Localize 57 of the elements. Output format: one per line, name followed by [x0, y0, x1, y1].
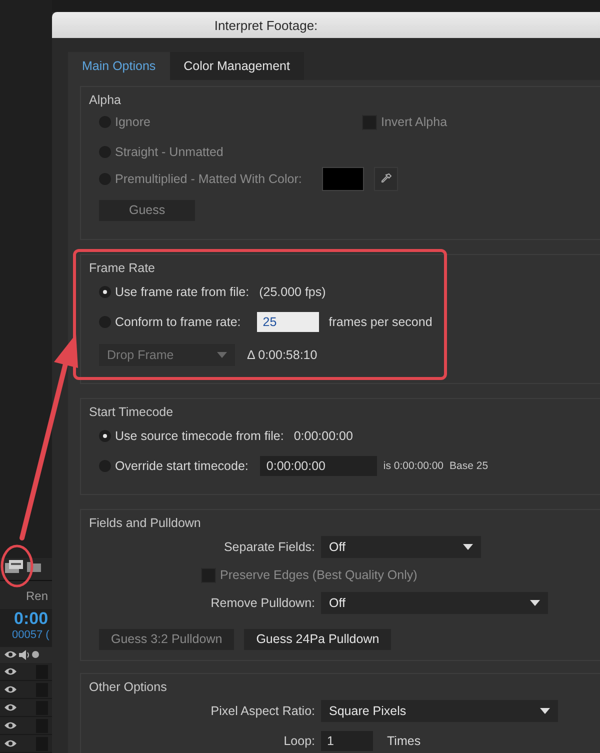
- eye-icon[interactable]: [4, 667, 17, 676]
- field-label: Remove Pulldown:: [210, 596, 316, 610]
- eyedropper-icon: [380, 173, 392, 185]
- group-title: Frame Rate: [89, 260, 156, 277]
- remove-pulldown-dropdown[interactable]: Off: [321, 592, 548, 614]
- option-label: Ignore: [115, 115, 150, 129]
- caret-icon: [530, 600, 540, 606]
- option-label: Straight - Unmatted: [115, 145, 224, 159]
- caret-icon: [217, 352, 227, 358]
- frame-count: 00057 (: [11, 628, 50, 643]
- option-label: Use source timecode from file:: [115, 429, 284, 443]
- dot-icon[interactable]: [32, 651, 39, 658]
- frame-rate-field[interactable]: 25: [256, 312, 319, 332]
- option-label: Premultiplied - Matted With Color:: [115, 172, 302, 186]
- speaker-icon[interactable]: [19, 650, 30, 660]
- group-title: Other Options: [89, 679, 168, 696]
- caret-icon: [463, 544, 473, 550]
- unit-label: Times: [387, 734, 421, 748]
- checkbox-label: Preserve Edges (Best Quality Only): [220, 568, 418, 582]
- caret-icon: [540, 708, 550, 714]
- option-label: Use frame rate from file:: [115, 285, 250, 299]
- option-label: Conform to frame rate:: [115, 315, 241, 329]
- timecode-note: is 0:00:00:00: [383, 460, 444, 472]
- eye-icon[interactable]: [4, 739, 17, 748]
- color-swatch[interactable]: [322, 167, 364, 191]
- loop-field[interactable]: 1: [321, 731, 373, 751]
- unit-label: frames per second: [328, 315, 432, 329]
- pulldown-button[interactable]: Guess 24Pa Pulldown: [244, 628, 392, 650]
- delta-time: Δ 0:00:58:10: [247, 348, 318, 362]
- radio-button[interactable]: [99, 430, 111, 442]
- timecode-field[interactable]: 0:00:00:00: [260, 456, 378, 476]
- footage-icon[interactable]: [5, 560, 23, 574]
- eye-icon[interactable]: [4, 721, 17, 730]
- eye-icon[interactable]: [4, 703, 17, 712]
- field-label: Pixel Aspect Ratio:: [210, 704, 316, 718]
- timecode-value: 0:00:00:00: [294, 429, 353, 443]
- group-title: Alpha: [89, 92, 122, 109]
- checkbox-label: Invert Alpha: [381, 115, 448, 129]
- separate-fields-dropdown[interactable]: Off: [321, 536, 481, 558]
- eyedropper-button[interactable]: [374, 167, 398, 191]
- timebase-label: Base 25: [450, 460, 488, 472]
- frame-rate-value: (25.000 fps): [259, 285, 326, 299]
- tab[interactable]: Color Management: [170, 52, 304, 80]
- panel-tab[interactable]: Ren: [0, 580, 52, 609]
- eye-icon[interactable]: [4, 685, 17, 694]
- eye-icon[interactable]: [4, 650, 17, 660]
- option-label: Override start timecode:: [115, 459, 248, 473]
- field-label: Separate Fields:: [222, 540, 316, 554]
- window-title: Interpret Footage:: [214, 18, 318, 32]
- radio-button[interactable]: [99, 286, 111, 298]
- timecode: 0:00: [13, 608, 50, 629]
- tab[interactable]: Main Options: [68, 52, 170, 80]
- group-title: Start Timecode: [89, 404, 174, 421]
- field-label: Loop:: [282, 734, 316, 748]
- pixel-aspect-dropdown[interactable]: Square Pixels: [321, 700, 558, 722]
- group-title: Fields and Pulldown: [89, 515, 202, 532]
- circle-mark: [0, 544, 34, 588]
